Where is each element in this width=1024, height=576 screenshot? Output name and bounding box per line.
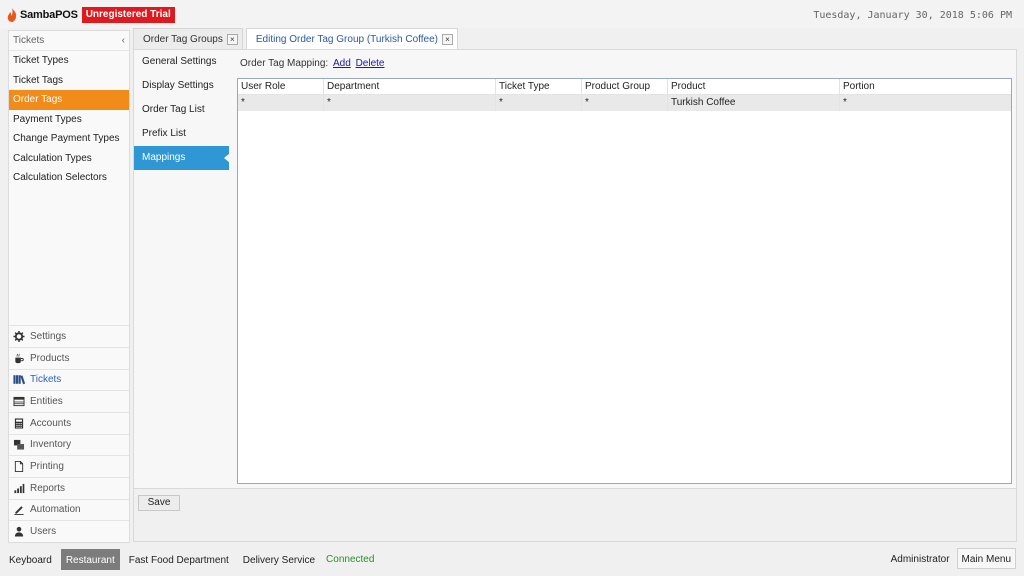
boxes-icon	[13, 440, 25, 450]
mapping-grid: User Role Department Ticket Type Product…	[237, 78, 1012, 484]
table-cell[interactable]: *	[496, 95, 582, 111]
document-tabs: Order Tag Groups × Editing Order Tag Gro…	[133, 28, 461, 49]
table-icon	[13, 396, 25, 407]
save-button[interactable]: Save	[138, 495, 180, 511]
nav-item-ticket-tags[interactable]: Ticket Tags	[9, 71, 129, 91]
nav-item-ticket-types[interactable]: Ticket Types	[9, 51, 129, 71]
editor-side-menu: General Settings Display Settings Order …	[134, 50, 230, 170]
grid-header: User Role Department Ticket Type Product…	[238, 79, 1011, 95]
main-menu-button[interactable]: Main Menu	[956, 548, 1016, 569]
nav-item-list: Ticket Types Ticket Tags Order Tags Paym…	[9, 51, 129, 188]
trial-badge: Unregistered Trial	[81, 7, 175, 23]
column-header-portion[interactable]: Portion	[840, 79, 1011, 94]
module-products[interactable]: Products	[9, 346, 129, 369]
module-automation[interactable]: Automation	[9, 498, 129, 521]
module-label: Printing	[30, 461, 64, 473]
tab-label: Editing Order Tag Group (Turkish Coffee)	[255, 33, 438, 45]
pen-icon	[14, 506, 24, 516]
delivery-service-button[interactable]: Delivery Service	[238, 549, 320, 570]
keyboard-button[interactable]: Keyboard	[4, 549, 57, 570]
user-icon	[14, 527, 24, 537]
nav-item-calculation-types[interactable]: Calculation Types	[9, 149, 129, 169]
connection-status: Connected	[326, 553, 375, 565]
table-cell[interactable]: *	[840, 95, 1011, 111]
module-label: Settings	[30, 330, 67, 342]
module-inventory[interactable]: Inventory	[9, 433, 129, 456]
tab-editing-order-tag-group[interactable]: Editing Order Tag Group (Turkish Coffee)…	[245, 28, 458, 49]
column-header-department[interactable]: Department	[324, 79, 496, 94]
restaurant-button[interactable]: Restaurant	[60, 548, 120, 570]
books-icon	[13, 375, 25, 385]
tab-order-tag-groups[interactable]: Order Tag Groups ×	[133, 28, 243, 49]
module-label: Entities	[30, 396, 63, 408]
module-label: Automation	[30, 504, 81, 516]
module-printing[interactable]: Printing	[9, 455, 129, 477]
current-user-button[interactable]: Administrator	[886, 548, 955, 569]
side-item-mappings[interactable]: Mappings	[134, 146, 230, 170]
nav-item-change-payment-types[interactable]: Change Payment Types	[9, 129, 129, 149]
tab-label: Order Tag Groups	[143, 33, 223, 45]
nav-header: Tickets ‹	[9, 31, 129, 51]
module-reports[interactable]: Reports	[9, 476, 129, 499]
bar-chart-icon	[14, 483, 25, 493]
mapping-label: Order Tag Mapping:	[240, 58, 329, 69]
app-name: SambaPOS	[20, 9, 78, 21]
column-header-ticket-type[interactable]: Ticket Type	[496, 79, 582, 94]
mapping-header: Order Tag Mapping: Add Delete	[240, 58, 384, 69]
nav-item-order-tags[interactable]: Order Tags	[9, 90, 129, 110]
delete-mapping-link[interactable]: Delete	[356, 58, 385, 69]
module-accounts[interactable]: Accounts	[9, 411, 129, 434]
table-cell[interactable]: *	[582, 95, 668, 111]
close-icon[interactable]: ×	[226, 33, 238, 45]
cup-icon	[15, 353, 24, 363]
gear-icon	[13, 330, 25, 342]
nav-item-calculation-selectors[interactable]: Calculation Selectors	[9, 168, 129, 188]
flame-icon	[7, 8, 17, 22]
document-icon	[14, 461, 24, 473]
table-cell[interactable]: *	[238, 95, 324, 111]
module-entities[interactable]: Entities	[9, 390, 129, 412]
module-users[interactable]: Users	[9, 520, 129, 542]
clock: Tuesday, January 30, 2018 5:06 PM	[813, 10, 1012, 21]
side-item-display-settings[interactable]: Display Settings	[134, 74, 229, 98]
collapse-icon[interactable]: ‹	[122, 35, 125, 46]
table-cell[interactable]: Turkish Coffee	[668, 95, 840, 111]
module-label: Tickets	[30, 374, 62, 386]
table-row[interactable]: * * * * Turkish Coffee *	[238, 95, 1011, 111]
status-bar-right: Administrator Main Menu	[884, 548, 1016, 569]
column-header-product[interactable]: Product	[668, 79, 840, 94]
editor-panel: General Settings Display Settings Order …	[133, 49, 1017, 489]
close-icon[interactable]: ×	[441, 33, 453, 45]
column-header-user-role[interactable]: User Role	[238, 79, 324, 94]
app-logo: SambaPOS Unregistered Trial	[7, 7, 175, 23]
module-tickets[interactable]: Tickets	[9, 368, 129, 391]
module-label: Products	[30, 352, 70, 364]
side-item-prefix-list[interactable]: Prefix List	[134, 122, 229, 146]
module-settings[interactable]: Settings	[9, 325, 129, 347]
status-bar: Keyboard Restaurant Fast Food Department…	[0, 546, 1024, 572]
module-label: Reports	[30, 482, 66, 494]
save-bar: Save	[133, 489, 1017, 542]
module-label: Inventory	[30, 439, 72, 451]
column-header-product-group[interactable]: Product Group	[582, 79, 668, 94]
side-item-general-settings[interactable]: General Settings	[134, 50, 229, 74]
left-nav: Tickets ‹ Ticket Types Ticket Tags Order…	[8, 30, 130, 543]
nav-header-title: Tickets	[13, 35, 45, 46]
side-item-order-tag-list[interactable]: Order Tag List	[134, 98, 229, 122]
module-list: Settings Products Tickets Entities Accou…	[9, 325, 129, 542]
fast-food-department-button[interactable]: Fast Food Department	[124, 549, 234, 570]
module-label: Users	[30, 526, 57, 538]
calculator-icon	[14, 418, 24, 429]
nav-item-payment-types[interactable]: Payment Types	[9, 110, 129, 130]
table-cell[interactable]: *	[324, 95, 496, 111]
add-mapping-link[interactable]: Add	[333, 58, 351, 69]
module-label: Accounts	[30, 417, 72, 429]
title-bar: SambaPOS Unregistered Trial Tuesday, Jan…	[0, 0, 1024, 28]
